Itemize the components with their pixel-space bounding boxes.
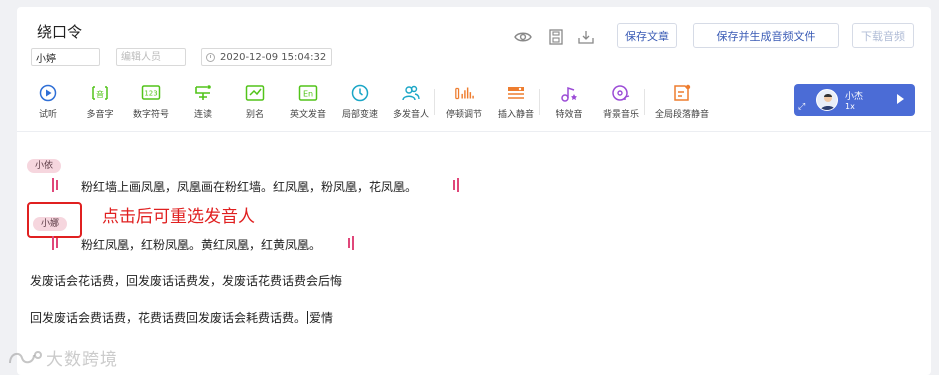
pause-mark[interactable] [348, 235, 354, 251]
watermark-logo-icon [9, 350, 42, 363]
save-and-generate-audio-button[interactable]: 保存并生成音频文件 [693, 23, 839, 48]
preview-eye-icon[interactable] [514, 29, 532, 45]
play-circle-icon [38, 83, 58, 103]
liaison-icon [193, 83, 213, 103]
text-caret [307, 311, 309, 324]
editor-card: 绕口令 2020-12-09 15:04:32 保存文章 保存并生成音频文件 下… [17, 7, 931, 375]
toolbar-item-global-paragraph-silence[interactable]: 全局段落静音 [652, 83, 712, 125]
download-icon[interactable] [577, 29, 595, 45]
segment-text[interactable]: 粉红墙上画凤凰，凤凰画在粉红墙。红凤凰，粉凤凰，花凤凰。 [81, 178, 417, 195]
voice-name: 小杰 [845, 92, 864, 102]
expand-icon[interactable]: ⤢ [798, 102, 805, 112]
voice-speed: 1x [845, 102, 855, 111]
toolbar-item-insert-silence[interactable]: 插入静音 [486, 83, 546, 125]
speaker-tag[interactable]: 小依 [27, 159, 62, 173]
toolbar-separator [644, 89, 645, 115]
voice-avatar [816, 89, 838, 111]
local-speed-icon [350, 83, 370, 103]
toolbar-separator [539, 89, 540, 115]
number-symbol-icon: 123 [141, 83, 161, 103]
polyphone-icon: 音 [90, 83, 110, 103]
toolbar-item-alias[interactable]: 别名 [225, 83, 285, 125]
toolbar-item-english-pronunciation[interactable]: En 英文发音 [278, 83, 338, 125]
toolbar-item-background-music[interactable]: 背景音乐 [591, 83, 651, 125]
svg-text:音: 音 [96, 89, 104, 99]
svg-text:En: En [303, 90, 313, 99]
insert-silence-icon [506, 83, 526, 103]
current-voice-card[interactable]: ⤢ 小杰 1x [794, 84, 915, 116]
toolbar-item-pause-adjust[interactable]: 停顿调节 [434, 83, 494, 125]
pause-adjust-icon [454, 83, 474, 103]
save-article-button[interactable]: 保存文章 [617, 23, 677, 48]
author-field[interactable] [31, 48, 100, 66]
speaker-tag-selected[interactable]: 小娜 [33, 217, 68, 231]
datetime-field[interactable]: 2020-12-09 15:04:32 [201, 48, 332, 66]
play-icon[interactable] [897, 94, 904, 104]
pause-mark[interactable] [453, 177, 459, 193]
toolbar-item-multi-speaker[interactable]: 多发音人 [381, 83, 441, 125]
datetime-value: 2020-12-09 15:04:32 [220, 51, 327, 63]
clock-icon [206, 52, 215, 62]
svg-text:123: 123 [144, 90, 157, 98]
alias-icon [245, 83, 265, 103]
sound-effect-icon [559, 83, 579, 103]
paragraph-text[interactable]: 发废话会花话费，回发废话话费发，发废话花费话费会后悔 [30, 272, 342, 289]
segment-text[interactable]: 粉红凤凰，红粉凤凰。黄红凤凰，红黄凤凰。 [81, 236, 321, 253]
toolbar: 试听 音 多音字 123 数字符号 连读 别名 En 英文发音 局部变速 多发音… [17, 83, 787, 125]
toolbar-item-liaison[interactable]: 连读 [173, 83, 233, 125]
global-paragraph-silence-icon [672, 83, 692, 103]
toolbar-item-sound-effect[interactable]: 特效音 [539, 83, 599, 125]
background-music-icon [611, 83, 631, 103]
toolbar-item-listen[interactable]: 试听 [18, 83, 78, 125]
document-title[interactable]: 绕口令 [37, 21, 82, 42]
watermark: 大数跨境 [8, 345, 118, 370]
editor-field[interactable] [116, 48, 186, 66]
toolbar-separator [434, 89, 435, 115]
multi-speaker-icon [401, 83, 421, 103]
pause-mark[interactable] [52, 177, 58, 193]
paragraph-text[interactable]: 回发废话会费话费，花费话费回发废话会耗费话费。 爱情 [30, 309, 333, 326]
annotation-text: 点击后可重选发音人 [102, 207, 255, 227]
toolbar-item-number-symbol[interactable]: 123 数字符号 [121, 83, 181, 125]
save-disk-icon[interactable] [547, 29, 565, 45]
divider [17, 131, 931, 132]
download-audio-button[interactable]: 下载音频 [852, 23, 914, 48]
english-pronunciation-icon: En [298, 83, 318, 103]
pause-mark[interactable] [52, 235, 58, 251]
